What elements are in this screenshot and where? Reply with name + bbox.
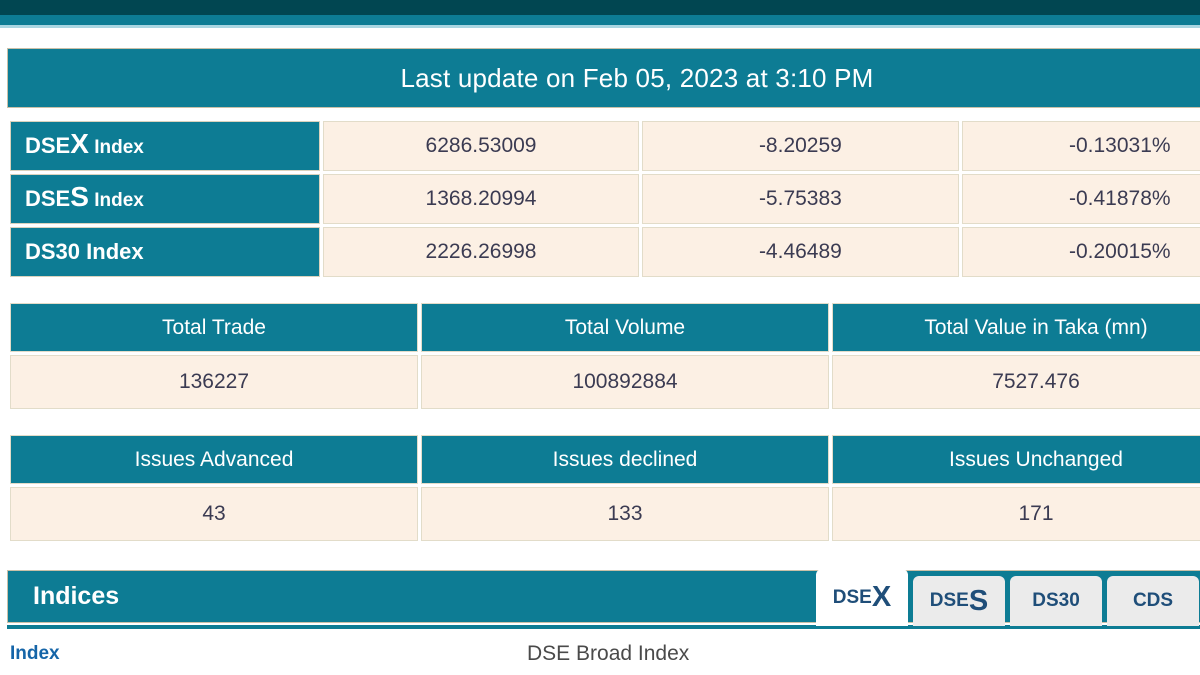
header-issues-declined: Issues declined bbox=[421, 435, 829, 484]
table-row: DSES Index 1368.20994 -5.75383 -0.41878% bbox=[10, 174, 1200, 224]
index-label-prefix: DS30 Index bbox=[25, 239, 144, 264]
indices-detail-row: Index DSE Broad Index bbox=[7, 637, 1200, 671]
last-update-banner: Last update on Feb 05, 2023 at 3:10 PM bbox=[7, 48, 1200, 108]
header-issues-unchanged: Issues Unchanged bbox=[832, 435, 1200, 484]
page-root: Last update on Feb 05, 2023 at 3:10 PM D… bbox=[0, 0, 1200, 675]
totals-table: Total Trade Total Volume Total Value in … bbox=[7, 300, 1200, 412]
index-label-prefix: DSE bbox=[25, 133, 71, 158]
header-total-value: Total Value in Taka (mn) bbox=[832, 303, 1200, 352]
index-change-dsex: -8.20259 bbox=[642, 121, 959, 171]
table-row: 43 133 171 bbox=[10, 487, 1200, 541]
index-label-suffix: Index bbox=[88, 190, 144, 211]
tab-dsex-prefix: DSE bbox=[832, 586, 872, 608]
index-percent-dses: -0.41878% bbox=[961, 174, 1200, 224]
value-issues-unchanged: 171 bbox=[832, 487, 1200, 541]
value-issues-declined: 133 bbox=[421, 487, 829, 541]
tab-cds[interactable]: CDS bbox=[1107, 576, 1199, 626]
tab-dses-emphasis: S bbox=[968, 584, 989, 617]
main-content: Last update on Feb 05, 2023 at 3:10 PM D… bbox=[7, 28, 1200, 671]
tab-ds30-prefix: DS30 bbox=[1032, 590, 1080, 611]
index-value-dsex: 6286.53009 bbox=[322, 121, 640, 171]
top-dark-bar bbox=[0, 0, 1200, 15]
table-row: 136227 100892884 7527.476 bbox=[10, 355, 1200, 409]
indices-panel: Indices DSE X DSE S DS30 CDS Index DSE Bro… bbox=[7, 569, 1200, 671]
table-header-row: Issues Advanced Issues declined Issues U… bbox=[10, 435, 1200, 484]
tab-dses[interactable]: DSE S bbox=[913, 576, 1005, 626]
index-label-dses: DSES Index bbox=[10, 174, 320, 224]
index-percent-ds30: -0.20015% bbox=[961, 227, 1200, 277]
index-summary-table: DSEX Index 6286.53009 -8.20259 -0.13031%… bbox=[7, 118, 1200, 280]
tab-cds-prefix: CDS bbox=[1132, 590, 1174, 611]
indices-header-bar: Indices DSE X DSE S DS30 CDS bbox=[7, 569, 1200, 626]
indices-detail-value: DSE Broad Index bbox=[527, 642, 690, 665]
value-total-value: 7527.476 bbox=[832, 355, 1200, 409]
tab-dses-prefix: DSE bbox=[929, 590, 969, 611]
index-label-emphasis: X bbox=[70, 128, 89, 159]
indices-title: Indices bbox=[33, 582, 120, 610]
value-total-volume: 100892884 bbox=[421, 355, 829, 409]
header-total-trade: Total Trade bbox=[10, 303, 418, 352]
top-teal-bar bbox=[0, 15, 1200, 25]
value-total-trade: 136227 bbox=[10, 355, 418, 409]
index-label-prefix: DSE bbox=[25, 186, 71, 211]
index-change-ds30: -4.46489 bbox=[642, 227, 959, 277]
header-issues-advanced: Issues Advanced bbox=[10, 435, 418, 484]
value-issues-advanced: 43 bbox=[10, 487, 418, 541]
table-row: DS30 Index 2226.26998 -4.46489 -0.20015% bbox=[10, 227, 1200, 277]
indices-tab-list: DSE X DSE S DS30 CDS bbox=[816, 569, 1199, 626]
index-label-ds30: DS30 Index bbox=[10, 227, 320, 277]
table-header-row: Total Trade Total Volume Total Value in … bbox=[10, 303, 1200, 352]
index-change-dses: -5.75383 bbox=[642, 174, 959, 224]
header-total-volume: Total Volume bbox=[421, 303, 829, 352]
issues-table: Issues Advanced Issues declined Issues U… bbox=[7, 432, 1200, 544]
tab-ds30[interactable]: DS30 bbox=[1010, 576, 1102, 626]
tab-dsex[interactable]: DSE X bbox=[816, 569, 908, 626]
index-percent-dsex: -0.13031% bbox=[961, 121, 1200, 171]
table-row: DSEX Index 6286.53009 -8.20259 -0.13031% bbox=[10, 121, 1200, 171]
index-label-suffix: Index bbox=[88, 137, 144, 158]
tab-dsex-emphasis: X bbox=[871, 581, 892, 613]
index-label-emphasis: S bbox=[70, 181, 89, 212]
indices-detail-key: Index bbox=[10, 643, 60, 664]
last-update-text: Last update on Feb 05, 2023 at 3:10 PM bbox=[400, 62, 874, 93]
index-value-dses: 1368.20994 bbox=[322, 174, 640, 224]
index-value-ds30: 2226.26998 bbox=[322, 227, 640, 277]
index-label-dsex: DSEX Index bbox=[10, 121, 320, 171]
